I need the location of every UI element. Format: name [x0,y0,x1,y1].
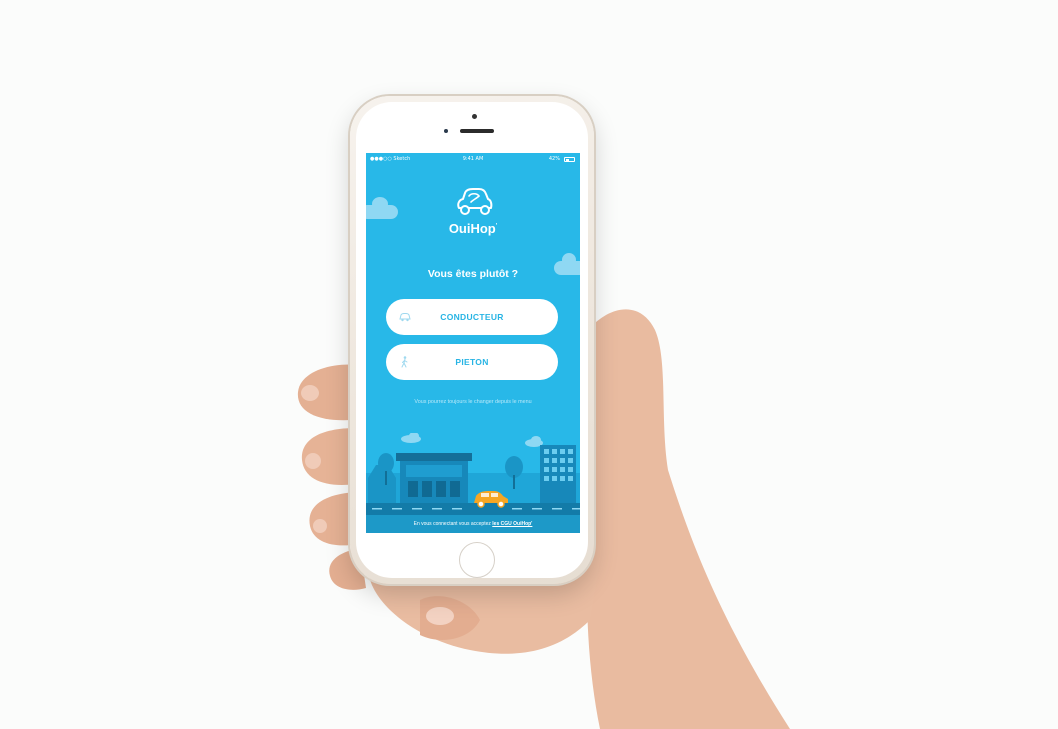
terms-text: En vous connectant vous acceptez [413,521,491,527]
status-bar: ●●●○○ Sketch 9:41 AM 42% [366,153,580,165]
pedestrian-button[interactable]: PIETON [386,344,558,380]
front-camera [472,114,477,119]
proximity-sensor [444,129,448,133]
nail-ring [313,519,327,533]
app-name: OuiHop [448,221,496,236]
battery-percent: 42% [548,156,560,162]
thumbnail [426,607,454,625]
terms-footer: En vous connectant vous acceptez les CGU… [366,515,580,533]
app-trademark: ' [495,223,498,230]
terms-link[interactable]: les CGU OuiHop' [492,521,532,527]
cloud-decoration-left-top [372,197,388,211]
pedestrian-button-label: PIETON [455,357,489,367]
nail-index [301,385,319,401]
nail-middle [305,453,321,469]
app-screen: ●●●○○ Sketch 9:41 AM 42% OuiHop' Vous êt… [366,153,580,533]
hand-palm-right [587,309,790,729]
car-logo-icon [457,188,493,215]
home-button[interactable] [459,542,495,578]
driver-button[interactable]: CONDUCTEUR [386,299,558,335]
app-logo-text: OuiHop' [366,221,580,236]
earpiece-speaker [460,129,494,133]
battery-fill [565,158,570,161]
role-question: Vous êtes plutôt ? [427,268,519,280]
battery-icon [564,157,575,162]
cloud-decoration-right-top [562,253,576,267]
driver-button-label: CONDUCTEUR [440,312,504,322]
change-later-hint: Vous pourrez toujours le changer depuis … [414,399,532,405]
